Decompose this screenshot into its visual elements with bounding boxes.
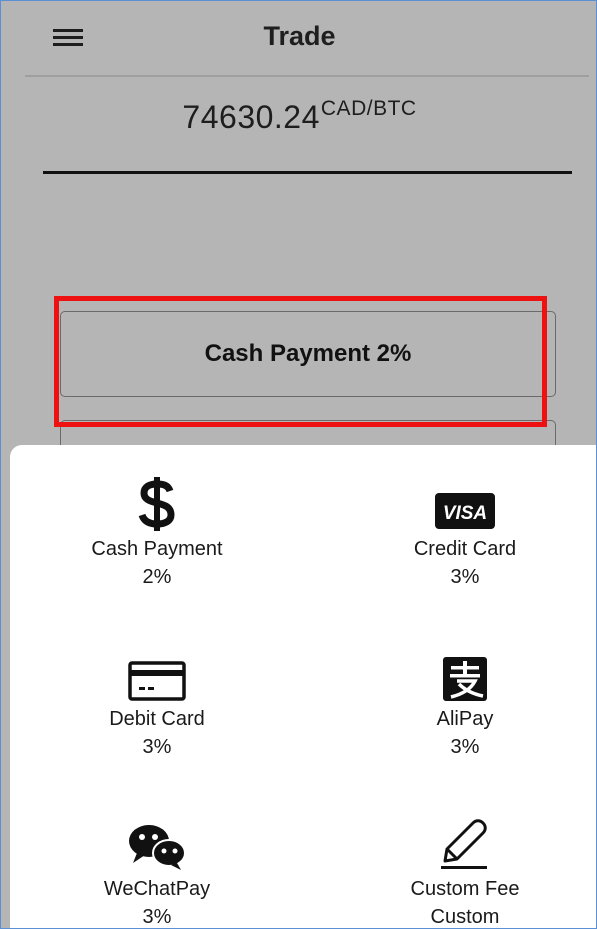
exchange-rate-unit: CAD/BTC bbox=[320, 97, 417, 120]
option-custom-fee[interactable]: Custom Fee Custom bbox=[345, 815, 585, 928]
payment-method-select-label: Cash Payment 2% bbox=[204, 340, 412, 367]
app-bar-divider bbox=[25, 75, 589, 77]
page-title: Trade bbox=[263, 21, 336, 51]
option-label: AliPay bbox=[436, 708, 494, 730]
option-fee: Custom bbox=[430, 906, 500, 928]
option-debit-card[interactable]: Debit Card 3% bbox=[37, 645, 277, 761]
option-alipay[interactable]: AliPay 3% bbox=[345, 645, 585, 761]
option-fee: 3% bbox=[450, 736, 480, 758]
option-label: Debit Card bbox=[109, 708, 205, 730]
exchange-rate: 74630.24CAD/BTC bbox=[1, 97, 596, 136]
amount-field-underline[interactable] bbox=[43, 171, 572, 174]
visa-icon-text: VISA bbox=[443, 503, 487, 524]
option-label: WeChatPay bbox=[103, 878, 211, 900]
dollar-sign-icon bbox=[138, 477, 175, 531]
exchange-rate-value: 74630.24 bbox=[182, 99, 320, 135]
card-icon bbox=[128, 661, 186, 701]
option-label: Custom Fee bbox=[410, 878, 520, 900]
option-cash-payment[interactable]: Cash Payment 2% bbox=[37, 475, 277, 591]
payment-method-select[interactable]: Cash Payment 2% bbox=[60, 311, 556, 397]
option-fee: 3% bbox=[142, 736, 172, 758]
screen: Trade 74630.24CAD/BTC Cash Payment 2% Ca… bbox=[0, 0, 597, 929]
visa-icon: VISA bbox=[435, 493, 495, 529]
option-label: Credit Card bbox=[413, 538, 517, 560]
option-fee: 3% bbox=[450, 566, 480, 588]
alipay-icon bbox=[443, 657, 487, 701]
option-fee: 3% bbox=[142, 906, 172, 928]
option-label: Cash Payment bbox=[91, 538, 223, 560]
option-wechatpay[interactable]: WeChatPay 3% bbox=[37, 815, 277, 928]
option-fee: 2% bbox=[142, 566, 172, 588]
wechat-icon bbox=[129, 825, 186, 870]
payment-method-sheet: Cash Payment 2% VISA Credit Card 3% Debi… bbox=[10, 445, 596, 928]
option-credit-card[interactable]: VISA Credit Card 3% bbox=[345, 475, 585, 591]
pencil-icon bbox=[441, 819, 487, 869]
app-bar: Trade bbox=[1, 1, 596, 77]
